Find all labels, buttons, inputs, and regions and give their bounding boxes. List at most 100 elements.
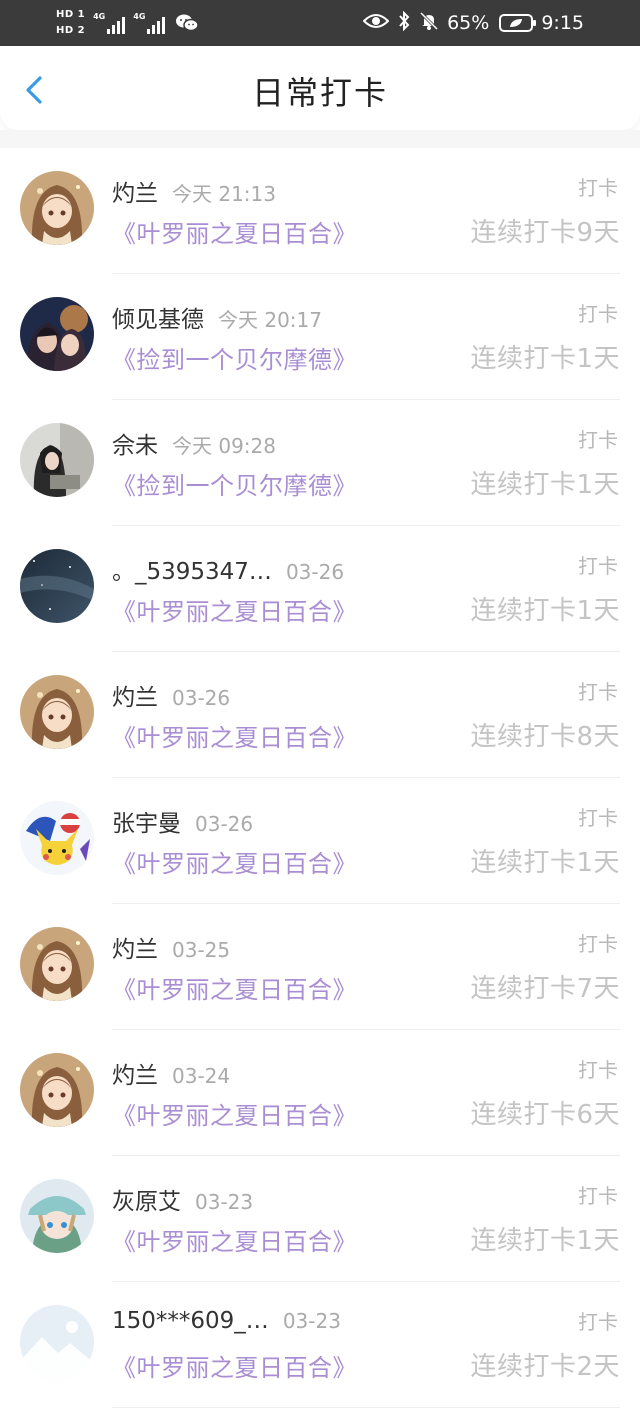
book-title-link[interactable]: 《捡到一个贝尔摩德》: [112, 466, 357, 501]
user-name: 灼兰 03-26: [112, 678, 230, 712]
status-bar: HD 1 HD 2 4G 4G 65% 9:15: [0, 0, 640, 46]
checkin-time: 今天 09:28: [172, 434, 276, 458]
user-name-text: 灰原艾: [112, 1189, 181, 1215]
checkin-tag: 打卡: [578, 806, 618, 830]
avatar[interactable]: [20, 171, 94, 245]
book-title-link[interactable]: 《叶罗丽之夏日百合》: [112, 214, 357, 249]
user-name: 150***609_… 03-23: [112, 1308, 341, 1334]
avatar[interactable]: [20, 1305, 94, 1379]
divider: [112, 1407, 620, 1408]
hd-indicator: HD 1 HD 2: [56, 9, 85, 37]
user-name-text: 灼兰: [112, 685, 158, 711]
streak-count: 连续打卡1天: [470, 344, 620, 374]
avatar[interactable]: [20, 801, 94, 875]
checkin-tag: 打卡: [578, 1058, 618, 1082]
user-name-text: 佘未: [112, 433, 158, 459]
checkin-tag: 打卡: [578, 302, 618, 326]
section-gap: [0, 130, 640, 148]
list-item[interactable]: 倾见基德 今天 20:17 《捡到一个贝尔摩德》 打卡 连续打卡1天: [0, 274, 640, 400]
streak-count: 连续打卡6天: [470, 1100, 620, 1130]
muted-bell-icon: [419, 11, 439, 36]
streak-count: 连续打卡1天: [470, 470, 620, 500]
user-name-text: 150***609_…: [112, 1308, 269, 1334]
network-type-1: 4G: [93, 12, 106, 21]
streak-count: 连续打卡1天: [470, 596, 620, 626]
avatar[interactable]: [20, 1053, 94, 1127]
checkin-time: 今天 21:13: [172, 182, 276, 206]
list-item[interactable]: 佘未 今天 09:28 《捡到一个贝尔摩德》 打卡 连续打卡1天: [0, 400, 640, 526]
signal-1-icon: 4G: [93, 12, 126, 34]
checkin-time: 03-23: [195, 1190, 254, 1214]
checkin-tag: 打卡: [578, 176, 618, 200]
checkin-list: 灼兰 今天 21:13 《叶罗丽之夏日百合》 打卡 连续打卡9天 倾见基德 今天 2…: [0, 148, 640, 1408]
streak-count: 连续打卡2天: [470, 1352, 620, 1382]
checkin-time: 今天 20:17: [218, 308, 322, 332]
avatar[interactable]: [20, 423, 94, 497]
user-name-text: 灼兰: [112, 1063, 158, 1089]
streak-count: 连续打卡1天: [470, 848, 620, 878]
list-item[interactable]: 。_5395347… 03-26 《叶罗丽之夏日百合》 打卡 连续打卡1天: [0, 526, 640, 652]
user-name-text: 张宇曼: [112, 811, 181, 837]
streak-count: 连续打卡9天: [470, 218, 620, 248]
hd1-label: HD 1: [56, 9, 86, 20]
checkin-tag: 打卡: [578, 1184, 618, 1208]
bluetooth-icon: [397, 10, 411, 36]
battery-percent: 65%: [447, 12, 490, 34]
avatar[interactable]: [20, 549, 94, 623]
user-name: 灰原艾 03-23: [112, 1182, 253, 1216]
avatar[interactable]: [20, 927, 94, 1001]
list-item[interactable]: 灼兰 今天 21:13 《叶罗丽之夏日百合》 打卡 连续打卡9天: [0, 148, 640, 274]
user-name-text: 倾见基德: [112, 307, 204, 333]
avatar[interactable]: [20, 675, 94, 749]
book-title-link[interactable]: 《叶罗丽之夏日百合》: [112, 718, 357, 753]
book-title-link[interactable]: 《叶罗丽之夏日百合》: [112, 844, 357, 879]
book-title-link[interactable]: 《叶罗丽之夏日百合》: [112, 1096, 357, 1131]
checkin-time: 03-25: [172, 938, 231, 962]
nav-bar: 日常打卡: [0, 46, 640, 130]
checkin-tag: 打卡: [578, 680, 618, 704]
signal-2-icon: 4G: [133, 12, 166, 34]
book-title-link[interactable]: 《叶罗丽之夏日百合》: [112, 1348, 357, 1383]
page-title: 日常打卡: [251, 74, 388, 112]
wechat-icon: [175, 13, 200, 33]
book-title-link[interactable]: 《捡到一个贝尔摩德》: [112, 340, 357, 375]
user-name: 倾见基德 今天 20:17: [112, 300, 322, 334]
clock: 9:15: [541, 12, 584, 34]
user-name: 灼兰 03-24: [112, 1056, 230, 1090]
checkin-time: 03-23: [282, 1309, 341, 1333]
avatar[interactable]: [20, 1179, 94, 1253]
user-name: 灼兰 今天 21:13: [112, 174, 276, 208]
checkin-tag: 打卡: [578, 554, 618, 578]
book-title-link[interactable]: 《叶罗丽之夏日百合》: [112, 1222, 357, 1257]
avatar[interactable]: [20, 297, 94, 371]
list-item[interactable]: 灰原艾 03-23 《叶罗丽之夏日百合》 打卡 连续打卡1天: [0, 1156, 640, 1282]
checkin-tag: 打卡: [578, 428, 618, 452]
user-name-text: 灼兰: [112, 181, 158, 207]
checkin-time: 03-26: [172, 686, 231, 710]
checkin-time: 03-26: [285, 560, 345, 584]
hd2-label: HD 2: [56, 25, 86, 36]
list-item[interactable]: 灼兰 03-26 《叶罗丽之夏日百合》 打卡 连续打卡8天: [0, 652, 640, 778]
user-name: 灼兰 03-25: [112, 930, 230, 964]
streak-count: 连续打卡8天: [470, 722, 620, 752]
user-name: 张宇曼 03-26: [112, 804, 253, 838]
eye-icon: [362, 12, 390, 35]
user-name: 。_5395347… 03-26: [112, 552, 344, 586]
user-name-text: 灼兰: [112, 937, 158, 963]
user-name: 佘未 今天 09:28: [112, 426, 276, 460]
battery-icon: [499, 14, 537, 32]
book-title-link[interactable]: 《叶罗丽之夏日百合》: [112, 592, 357, 627]
streak-count: 连续打卡1天: [470, 1226, 620, 1256]
checkin-tag: 打卡: [578, 932, 618, 956]
list-item[interactable]: 灼兰 03-25 《叶罗丽之夏日百合》 打卡 连续打卡7天: [0, 904, 640, 1030]
list-item[interactable]: 灼兰 03-24 《叶罗丽之夏日百合》 打卡 连续打卡6天: [0, 1030, 640, 1156]
streak-count: 连续打卡7天: [470, 974, 620, 1004]
checkin-time: 03-26: [195, 812, 254, 836]
book-title-link[interactable]: 《叶罗丽之夏日百合》: [112, 970, 357, 1005]
network-type-2: 4G: [133, 12, 146, 21]
list-item[interactable]: 150***609_… 03-23 《叶罗丽之夏日百合》 打卡 连续打卡2天: [0, 1282, 640, 1408]
user-name-text: 。_5395347…: [112, 559, 272, 585]
checkin-tag: 打卡: [578, 1310, 618, 1334]
checkin-time: 03-24: [172, 1064, 231, 1088]
list-item[interactable]: 张宇曼 03-26 《叶罗丽之夏日百合》 打卡 连续打卡1天: [0, 778, 640, 904]
